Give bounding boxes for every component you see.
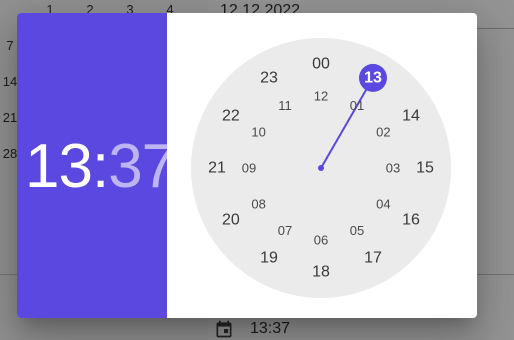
- clock-face[interactable]: 00 13 14 15 16 17 18 19 20 21 22 23 12 01 02 03 04 05 06 07…: [167, 13, 477, 318]
- clock-hour-inner[interactable]: 07: [278, 223, 292, 238]
- clock-hour-inner[interactable]: 05: [350, 223, 364, 238]
- clock-hour-outer[interactable]: 17: [364, 250, 382, 267]
- minute-display[interactable]: 37: [108, 131, 176, 203]
- clock-hour-outer[interactable]: 18: [312, 264, 330, 281]
- clock-hour-outer[interactable]: 15: [416, 160, 434, 177]
- clock-hour-inner[interactable]: 09: [242, 161, 256, 176]
- clock-hour-inner[interactable]: 04: [376, 197, 390, 212]
- clock-hour-inner[interactable]: 11: [278, 98, 292, 113]
- clock-hour-outer[interactable]: 00: [312, 56, 330, 73]
- time-display: 13 : 37: [25, 131, 176, 203]
- clock-hour-inner[interactable]: 10: [251, 125, 265, 140]
- clock-hour-outer[interactable]: 23: [260, 69, 278, 86]
- clock-hour-inner[interactable]: 12: [314, 89, 328, 104]
- clock-hour-inner[interactable]: 08: [251, 197, 265, 212]
- clock-hour-outer[interactable]: 14: [402, 108, 420, 125]
- clock-hour-outer[interactable]: 19: [260, 250, 278, 267]
- clock-hour-inner[interactable]: 06: [314, 233, 328, 248]
- clock-hour-inner[interactable]: 03: [386, 161, 400, 176]
- clock-hour-outer[interactable]: 16: [402, 212, 420, 229]
- clock-hour-outer[interactable]: 22: [222, 108, 240, 125]
- hour-display[interactable]: 13: [25, 131, 93, 203]
- clock-hour-inner[interactable]: 01: [350, 98, 364, 113]
- clock-hour-outer[interactable]: 21: [208, 160, 226, 177]
- clock-center-pin: [318, 165, 324, 171]
- time-picker-toolbar: 13 : 37: [17, 13, 176, 318]
- clock-hour-inner[interactable]: 02: [376, 125, 390, 140]
- time-picker-dialog: 13 : 37 00 13 14 15 16 17 18 19 20 21 22 23 12 01 02 03…: [17, 13, 477, 318]
- clock-hour-outer[interactable]: 20: [222, 212, 240, 229]
- clock-hour-outer[interactable]: 13: [364, 69, 382, 86]
- time-separator: :: [91, 132, 109, 201]
- clock-area: 00 13 14 15 16 17 18 19 20 21 22 23 12 01 02 03 04 05 06 07…: [167, 13, 477, 318]
